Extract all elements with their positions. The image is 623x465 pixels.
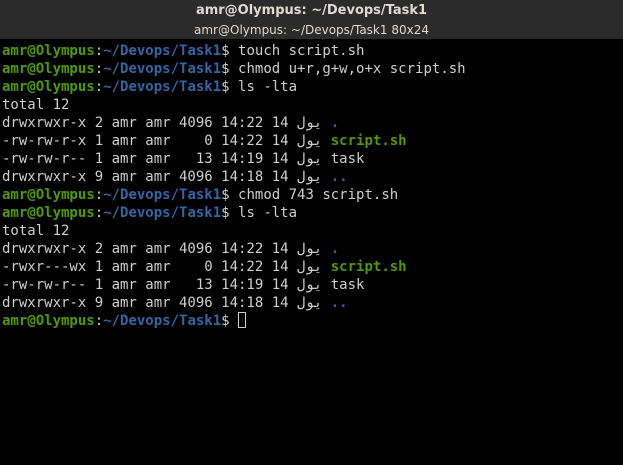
listing-filename: task xyxy=(330,277,365,293)
prompt-path: ~/Devops/Task1 xyxy=(103,43,222,59)
prompt-colon: : xyxy=(94,313,104,329)
listing-filename: . xyxy=(330,115,340,131)
prompt-dollar: $ xyxy=(221,61,239,77)
prompt-dollar: $ xyxy=(221,187,239,203)
listing-filename: script.sh xyxy=(330,259,407,275)
listing-row: -rwxr---wx 1 amr amr 0 14:22 14 يول scri… xyxy=(2,258,407,276)
prompt-dollar: $ xyxy=(221,313,239,329)
prompt-line: amr@Olympus:~/Devops/Task1$ touch script… xyxy=(2,42,364,60)
prompt-colon: : xyxy=(94,61,104,77)
output-text: total 12 xyxy=(2,97,70,113)
output-line: total 12 xyxy=(2,222,69,240)
prompt-user: amr@Olympus xyxy=(2,205,95,221)
listing-details: drwxrwxr-x 2 amr amr 4096 14:22 14 يول xyxy=(2,115,331,131)
prompt-path: ~/Devops/Task1 xyxy=(103,79,222,95)
prompt-dollar: $ xyxy=(221,205,239,221)
terminal-output[interactable]: amr@Olympus:~/Devops/Task1$ touch script… xyxy=(0,41,623,465)
output-line: total 12 xyxy=(2,96,69,114)
prompt-line: amr@Olympus:~/Devops/Task1$ chmod 743 sc… xyxy=(2,186,398,204)
listing-details: -rw-rw-r-- 1 amr amr 13 14:19 14 يول xyxy=(2,151,331,167)
listing-row: -rw-rw-r-x 1 amr amr 0 14:22 14 يول scri… xyxy=(2,132,407,150)
prompt-line: amr@Olympus:~/Devops/Task1$ ls -lta xyxy=(2,204,297,222)
prompt-dollar: $ xyxy=(221,79,239,95)
command-text: ls -lta xyxy=(238,79,298,95)
listing-filename: . xyxy=(330,241,340,257)
prompt-colon: : xyxy=(94,205,104,221)
text-cursor[interactable] xyxy=(238,312,247,328)
listing-row: -rw-rw-r-- 1 amr amr 13 14:19 14 يول tas… xyxy=(2,150,364,168)
window-title: amr@Olympus: ~/Devops/Task1 xyxy=(195,3,428,18)
title-bar[interactable]: amr@Olympus: ~/Devops/Task1 amr@Olympus:… xyxy=(0,0,623,39)
listing-row: drwxrwxr-x 9 amr amr 4096 14:18 14 يول .… xyxy=(2,294,348,312)
listing-row: -rw-rw-r-- 1 amr amr 13 14:19 14 يول tas… xyxy=(2,276,364,294)
listing-details: drwxrwxr-x 9 amr amr 4096 14:18 14 يول xyxy=(2,295,331,311)
terminal-window: amr@Olympus: ~/Devops/Task1 amr@Olympus:… xyxy=(0,0,623,465)
window-size-label: amr@Olympus: ~/Devops/Task1 80x24 xyxy=(0,22,623,39)
listing-details: -rw-rw-r-x 1 amr amr 0 14:22 14 يول xyxy=(2,133,331,149)
command-text: touch script.sh xyxy=(238,43,365,59)
listing-details: -rwxr---wx 1 amr amr 0 14:22 14 يول xyxy=(2,259,331,275)
command-text: chmod 743 script.sh xyxy=(238,187,399,203)
prompt-line: amr@Olympus:~/Devops/Task1$ xyxy=(2,312,247,330)
output-text: total 12 xyxy=(2,223,70,239)
prompt-colon: : xyxy=(94,79,104,95)
prompt-colon: : xyxy=(94,187,104,203)
command-text: ls -lta xyxy=(238,205,298,221)
command-text: chmod u+r,g+w,o+x script.sh xyxy=(238,61,466,77)
listing-details: drwxrwxr-x 2 amr amr 4096 14:22 14 يول xyxy=(2,241,331,257)
listing-filename: script.sh xyxy=(330,133,407,149)
prompt-user: amr@Olympus xyxy=(2,43,95,59)
prompt-colon: : xyxy=(94,43,104,59)
listing-filename: task xyxy=(330,151,365,167)
prompt-dollar: $ xyxy=(221,43,239,59)
prompt-path: ~/Devops/Task1 xyxy=(103,187,222,203)
prompt-user: amr@Olympus xyxy=(2,313,95,329)
listing-details: drwxrwxr-x 9 amr amr 4096 14:18 14 يول xyxy=(2,169,331,185)
prompt-user: amr@Olympus xyxy=(2,187,95,203)
prompt-line: amr@Olympus:~/Devops/Task1$ ls -lta xyxy=(2,78,297,96)
listing-details: -rw-rw-r-- 1 amr amr 13 14:19 14 يول xyxy=(2,277,331,293)
listing-filename: .. xyxy=(330,169,348,185)
prompt-user: amr@Olympus xyxy=(2,79,95,95)
prompt-user: amr@Olympus xyxy=(2,61,95,77)
listing-row: drwxrwxr-x 9 amr amr 4096 14:18 14 يول .… xyxy=(2,168,348,186)
listing-filename: .. xyxy=(330,295,348,311)
prompt-path: ~/Devops/Task1 xyxy=(103,205,222,221)
listing-row: drwxrwxr-x 2 amr amr 4096 14:22 14 يول . xyxy=(2,240,339,258)
prompt-path: ~/Devops/Task1 xyxy=(103,61,222,77)
listing-row: drwxrwxr-x 2 amr amr 4096 14:22 14 يول . xyxy=(2,114,339,132)
prompt-line: amr@Olympus:~/Devops/Task1$ chmod u+r,g+… xyxy=(2,60,466,78)
prompt-path: ~/Devops/Task1 xyxy=(103,313,222,329)
